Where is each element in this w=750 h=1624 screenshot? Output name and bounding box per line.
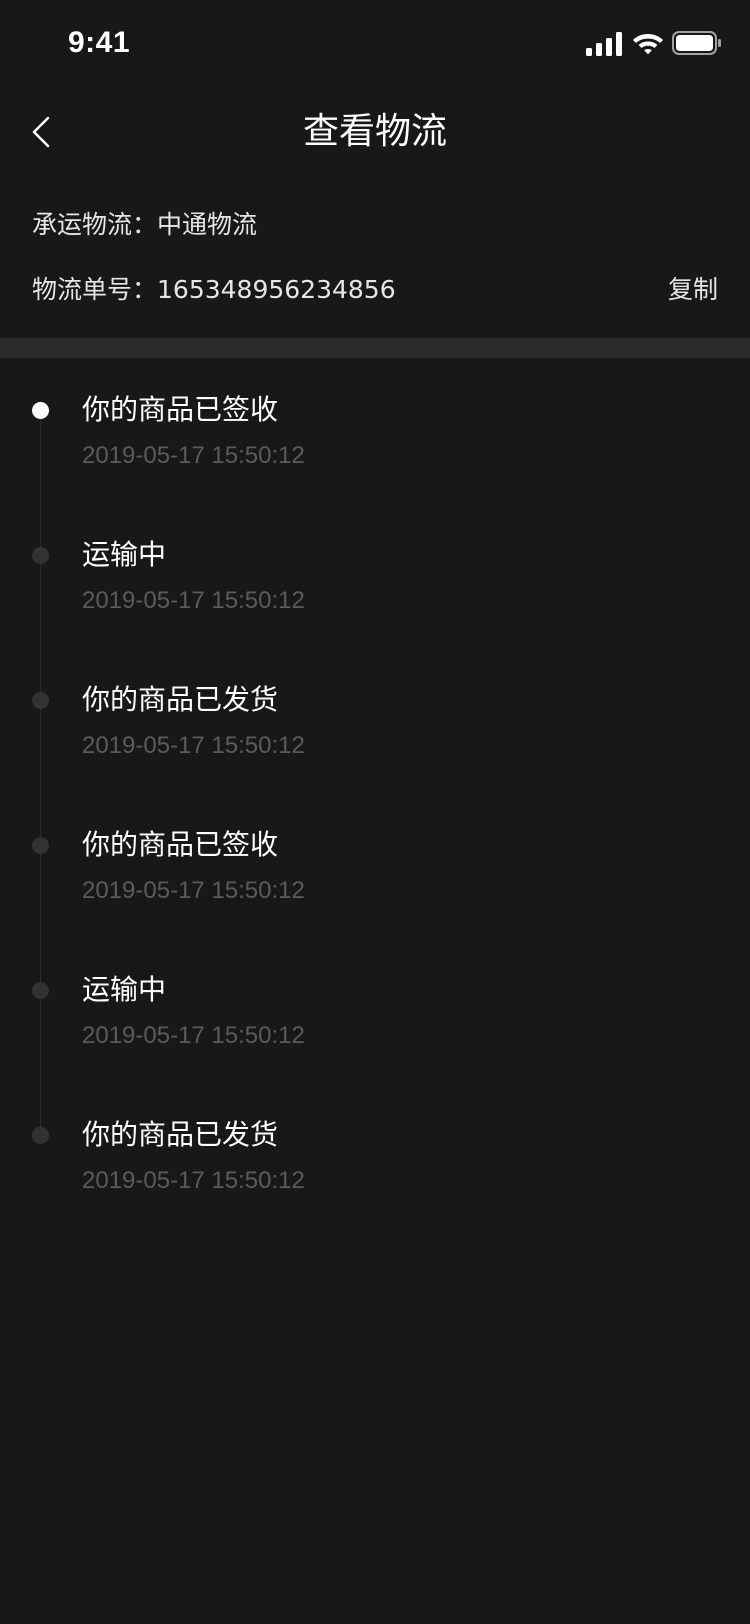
timeline-item: 你的商品已签收 2019-05-17 15:50:12 [0, 358, 750, 503]
wifi-icon [633, 34, 663, 55]
timeline-item: 你的商品已发货 2019-05-17 15:50:12 [0, 1083, 750, 1228]
timeline-dot [32, 692, 49, 709]
carrier-value: 中通物流 [157, 210, 258, 239]
event-time: 2019-05-17 15:50:12 [82, 877, 305, 904]
battery-icon [672, 31, 721, 55]
event-time: 2019-05-17 15:50:12 [82, 587, 305, 614]
timeline-dot [32, 547, 49, 564]
event-title: 运输中 [82, 973, 167, 1006]
event-time: 2019-05-17 15:50:12 [82, 1022, 305, 1049]
event-time: 2019-05-17 15:50:12 [82, 1167, 305, 1194]
timeline-item: 你的商品已发货 2019-05-17 15:50:12 [0, 648, 750, 793]
timeline-dot [32, 982, 49, 999]
event-title: 你的商品已签收 [82, 828, 279, 861]
page-title: 查看物流 [302, 111, 447, 152]
cellular-signal-icon [586, 32, 622, 56]
timeline-dot [32, 837, 49, 854]
tracking-number: 165348956234856 [157, 275, 396, 304]
event-title: 你的商品已发货 [82, 1118, 279, 1151]
timeline-dot [32, 1127, 49, 1144]
timeline-item: 运输中 2019-05-17 15:50:12 [0, 503, 750, 648]
event-title: 运输中 [82, 538, 167, 571]
timeline-item: 运输中 2019-05-17 15:50:12 [0, 938, 750, 1083]
section-divider [0, 338, 750, 358]
timeline-dot-active [32, 402, 49, 419]
timeline-item: 你的商品已签收 2019-05-17 15:50:12 [0, 793, 750, 938]
status-bar: 9:41 [0, 0, 750, 88]
carrier-row: 承运物流：中通物流 [32, 208, 257, 242]
tracking-label: 物流单号： [32, 275, 158, 304]
status-time: 9:41 [68, 26, 131, 59]
tracking-row: 物流单号：165348956234856 [32, 273, 396, 307]
event-time: 2019-05-17 15:50:12 [82, 442, 305, 469]
event-title: 你的商品已签收 [82, 393, 279, 426]
copy-button[interactable]: 复制 [668, 273, 718, 307]
event-time: 2019-05-17 15:50:12 [82, 732, 305, 759]
carrier-label: 承运物流： [32, 210, 158, 239]
nav-bar: 查看物流 [0, 88, 750, 176]
event-title: 你的商品已发货 [82, 683, 279, 716]
